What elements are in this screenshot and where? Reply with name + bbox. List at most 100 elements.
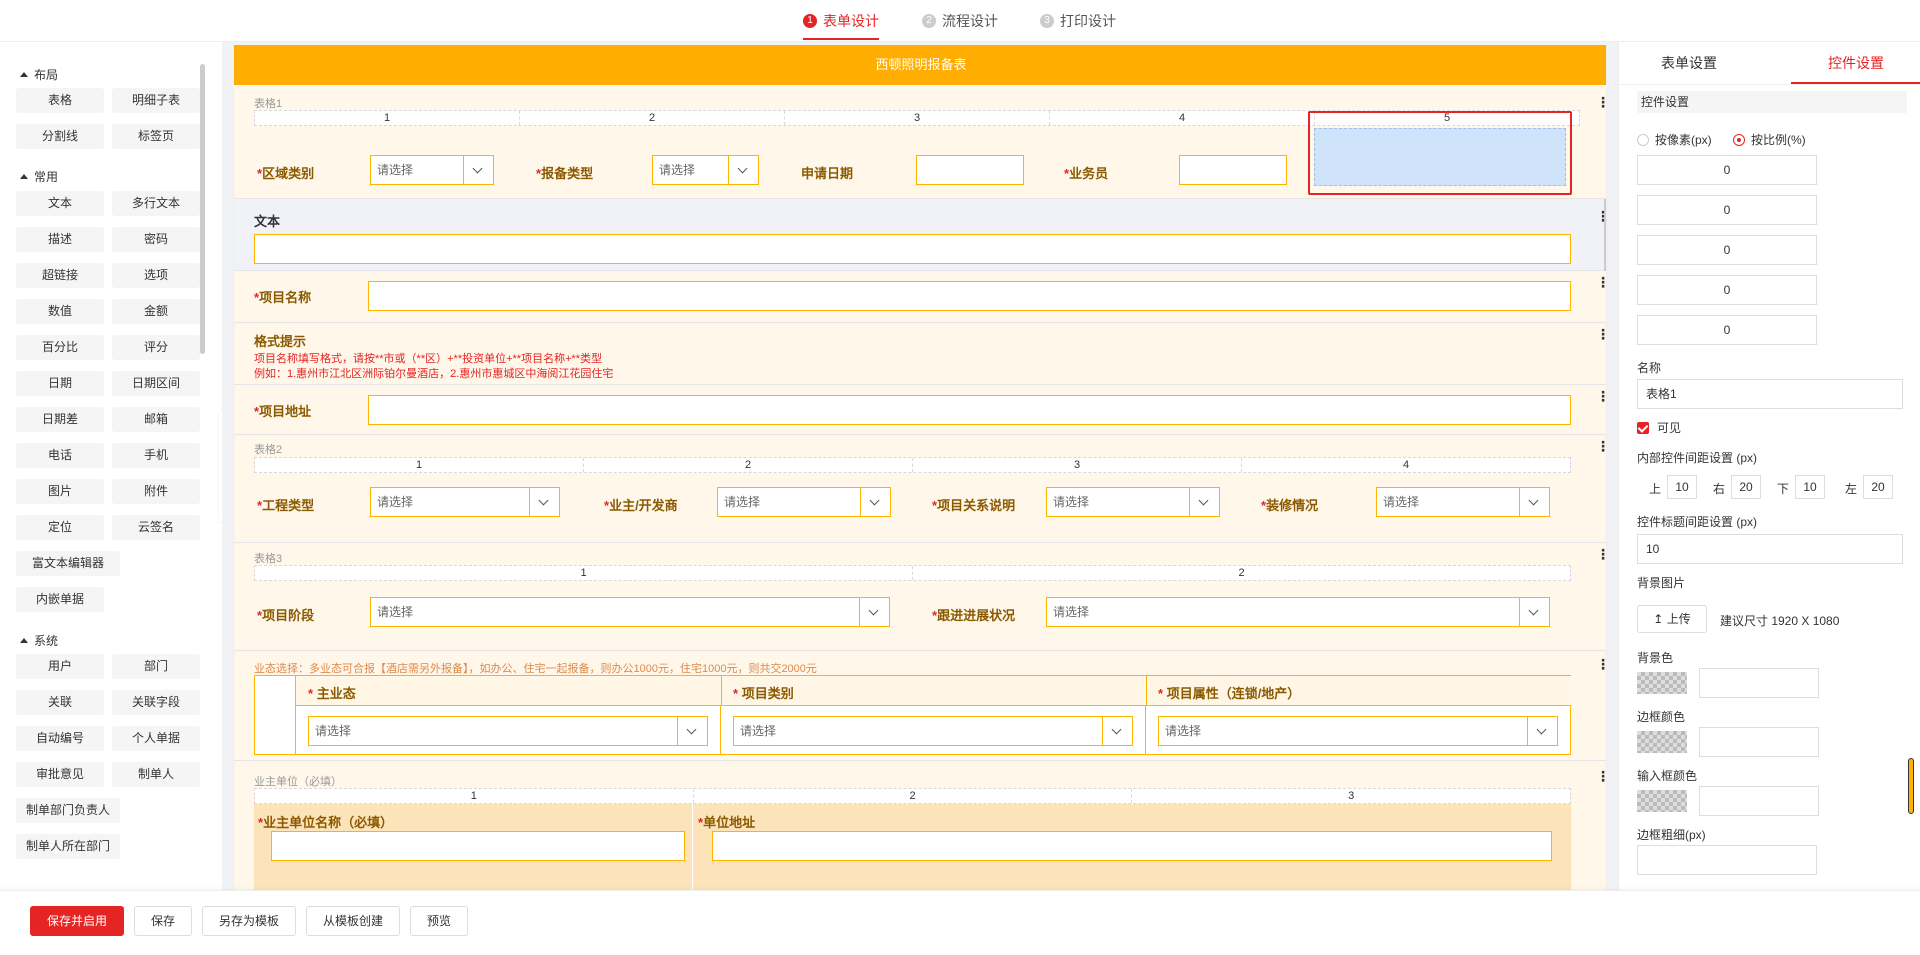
group-layout-title[interactable]: 布局 — [20, 66, 58, 83]
preview-button[interactable]: 预览 — [410, 906, 468, 936]
project-name-input[interactable] — [368, 281, 1571, 311]
palette-item[interactable]: 自动编号 — [16, 726, 104, 751]
border-width-input[interactable] — [1637, 845, 1817, 875]
col-ratio-input-5[interactable]: 0 — [1637, 315, 1817, 345]
step-flow-design[interactable]: 2 流程设计 — [922, 10, 998, 32]
input-border-color-input[interactable] — [1699, 786, 1819, 816]
table2-section[interactable]: 表格2 ⋮ 1 2 3 4 *工程类型 请选择 *业主/开发商 请选择 *项目关… — [234, 435, 1606, 543]
palette-item[interactable]: 关联字段 — [112, 690, 200, 715]
format-hint-section[interactable]: 格式提示 ⋮ 项目名称填写格式，请按**市或（**区）+**投资单位+**项目名… — [234, 323, 1606, 385]
empty-cell-drop-zone[interactable] — [1314, 128, 1566, 186]
palette-item[interactable]: 定位 — [16, 515, 104, 540]
palette-item[interactable]: 表格 — [16, 88, 104, 113]
group-system-title[interactable]: 系统 — [20, 632, 58, 649]
text-input[interactable] — [254, 234, 1571, 264]
settings-scrollbar[interactable] — [1908, 758, 1914, 814]
decoration-select[interactable]: 请选择 — [1376, 487, 1550, 517]
palette-item[interactable]: 日期 — [16, 371, 104, 396]
unit-address-input[interactable] — [712, 831, 1552, 861]
palette-item[interactable]: 电话 — [16, 443, 104, 468]
bg-color-input[interactable] — [1699, 668, 1819, 698]
section-menu-icon[interactable]: ⋮ — [1596, 657, 1606, 671]
project-name-section[interactable]: *项目名称 ⋮ — [234, 271, 1606, 323]
salesman-input[interactable] — [1179, 155, 1287, 185]
palette-item[interactable]: 制单部门负责人 — [16, 798, 120, 823]
border-color-swatch[interactable] — [1637, 731, 1687, 753]
group-common-title[interactable]: 常用 — [20, 168, 58, 185]
palette-item[interactable]: 邮箱 — [112, 407, 200, 432]
palette-item[interactable]: 附件 — [112, 479, 200, 504]
palette-item[interactable]: 图片 — [16, 479, 104, 504]
palette-item[interactable]: 标签页 — [112, 124, 200, 149]
section-menu-icon[interactable]: ⋮ — [1596, 327, 1606, 341]
project-attribute-select[interactable]: 请选择 — [1158, 716, 1558, 746]
col-ratio-input-3[interactable]: 0 — [1637, 235, 1817, 265]
upload-button[interactable]: ↥ 上传 — [1637, 605, 1707, 633]
section-menu-icon[interactable]: ⋮ — [1596, 95, 1606, 109]
palette-item[interactable]: 明细子表 — [112, 88, 200, 113]
save-as-template-button[interactable]: 另存为模板 — [202, 906, 296, 936]
palette-item[interactable]: 选项 — [112, 263, 200, 288]
section-menu-icon[interactable]: ⋮ — [1596, 439, 1606, 453]
palette-item[interactable]: 评分 — [112, 335, 200, 360]
create-from-template-button[interactable]: 从模板创建 — [306, 906, 400, 936]
owner-unit-section[interactable]: 业主单位（必填） ⋮ 1 2 3 *业主单位名称（必填） *单位地址 — [234, 761, 1606, 890]
owner-developer-select[interactable]: 请选择 — [717, 487, 891, 517]
canvas-scrollbar[interactable] — [1604, 199, 1606, 271]
project-stage-select[interactable]: 请选择 — [370, 597, 890, 627]
palette-scrollbar[interactable] — [200, 64, 205, 354]
report-type-select[interactable]: 请选择 — [652, 155, 759, 185]
save-button[interactable]: 保存 — [134, 906, 192, 936]
col-ratio-input-4[interactable]: 0 — [1637, 275, 1817, 305]
table3-section[interactable]: 表格3 ⋮ 1 2 *项目阶段 请选择 *跟进进展状况 请选择 — [234, 543, 1606, 651]
project-address-input[interactable] — [368, 395, 1571, 425]
palette-item[interactable]: 云签名 — [112, 515, 200, 540]
unit-px-option[interactable]: 按像素(px) — [1637, 131, 1712, 148]
section-menu-icon[interactable]: ⋮ — [1596, 275, 1606, 289]
table1-section[interactable]: 表格1 ⋮ 1 2 3 4 5 *区域类别 请选择 *报备类型 请选择 申请日期… — [234, 85, 1606, 199]
region-select[interactable]: 请选择 — [370, 155, 494, 185]
tab-control-settings[interactable]: 控件设置 — [1791, 42, 1920, 84]
palette-item[interactable]: 制单人所在部门 — [16, 834, 120, 859]
bg-color-swatch[interactable] — [1637, 672, 1687, 694]
form-title-bar[interactable]: 西顿照明报备表 — [234, 45, 1606, 85]
project-address-section[interactable]: *项目地址 ⋮ — [234, 385, 1606, 435]
palette-item[interactable]: 金额 — [112, 299, 200, 324]
col-ratio-input-1[interactable]: 0 — [1637, 155, 1817, 185]
section-menu-icon[interactable]: ⋮ — [1596, 389, 1606, 403]
palette-item[interactable]: 内嵌单据 — [16, 587, 104, 612]
section-menu-icon[interactable]: ⋮ — [1596, 547, 1606, 561]
palette-item[interactable]: 密码 — [112, 227, 200, 252]
title-gap-input[interactable]: 10 — [1637, 534, 1903, 564]
apply-date-input[interactable] — [916, 155, 1024, 185]
palette-item[interactable]: 日期区间 — [112, 371, 200, 396]
palette-item[interactable]: 部门 — [112, 654, 200, 679]
progress-select[interactable]: 请选择 — [1046, 597, 1550, 627]
project-type-select[interactable]: 请选择 — [370, 487, 560, 517]
palette-item[interactable]: 描述 — [16, 227, 104, 252]
palette-item[interactable]: 分割线 — [16, 124, 104, 149]
palette-item[interactable]: 日期差 — [16, 407, 104, 432]
palette-item[interactable]: 文本 — [16, 191, 104, 216]
border-color-input[interactable] — [1699, 727, 1819, 757]
text-field-section[interactable]: 文本 ⋮ — [234, 199, 1606, 271]
pad-bottom-input[interactable]: 10 — [1795, 475, 1825, 499]
unit-percent-option[interactable]: 按比例(%) — [1733, 131, 1806, 148]
pad-left-input[interactable]: 20 — [1863, 475, 1893, 499]
step-form-design[interactable]: 1 表单设计 — [803, 10, 879, 40]
visible-checkbox[interactable]: 可见 — [1637, 419, 1681, 436]
palette-item[interactable]: 关联 — [16, 690, 104, 715]
pad-right-input[interactable]: 20 — [1731, 475, 1761, 499]
business-type-section[interactable]: 业态选择：多业态可合报【酒店需另外报备】，如办公、住宅一起报备，则办公1000元… — [234, 651, 1606, 761]
palette-item[interactable]: 制单人 — [112, 762, 200, 787]
palette-item[interactable]: 手机 — [112, 443, 200, 468]
palette-item[interactable]: 数值 — [16, 299, 104, 324]
section-menu-icon[interactable]: ⋮ — [1596, 769, 1606, 783]
relation-select[interactable]: 请选择 — [1046, 487, 1220, 517]
step-print-design[interactable]: 3 打印设计 — [1040, 10, 1116, 32]
palette-item[interactable]: 审批意见 — [16, 762, 104, 787]
name-input[interactable]: 表格1 — [1637, 379, 1903, 409]
input-border-color-swatch[interactable] — [1637, 790, 1687, 812]
tab-form-settings[interactable]: 表单设置 — [1619, 42, 1759, 84]
col-ratio-input-2[interactable]: 0 — [1637, 195, 1817, 225]
